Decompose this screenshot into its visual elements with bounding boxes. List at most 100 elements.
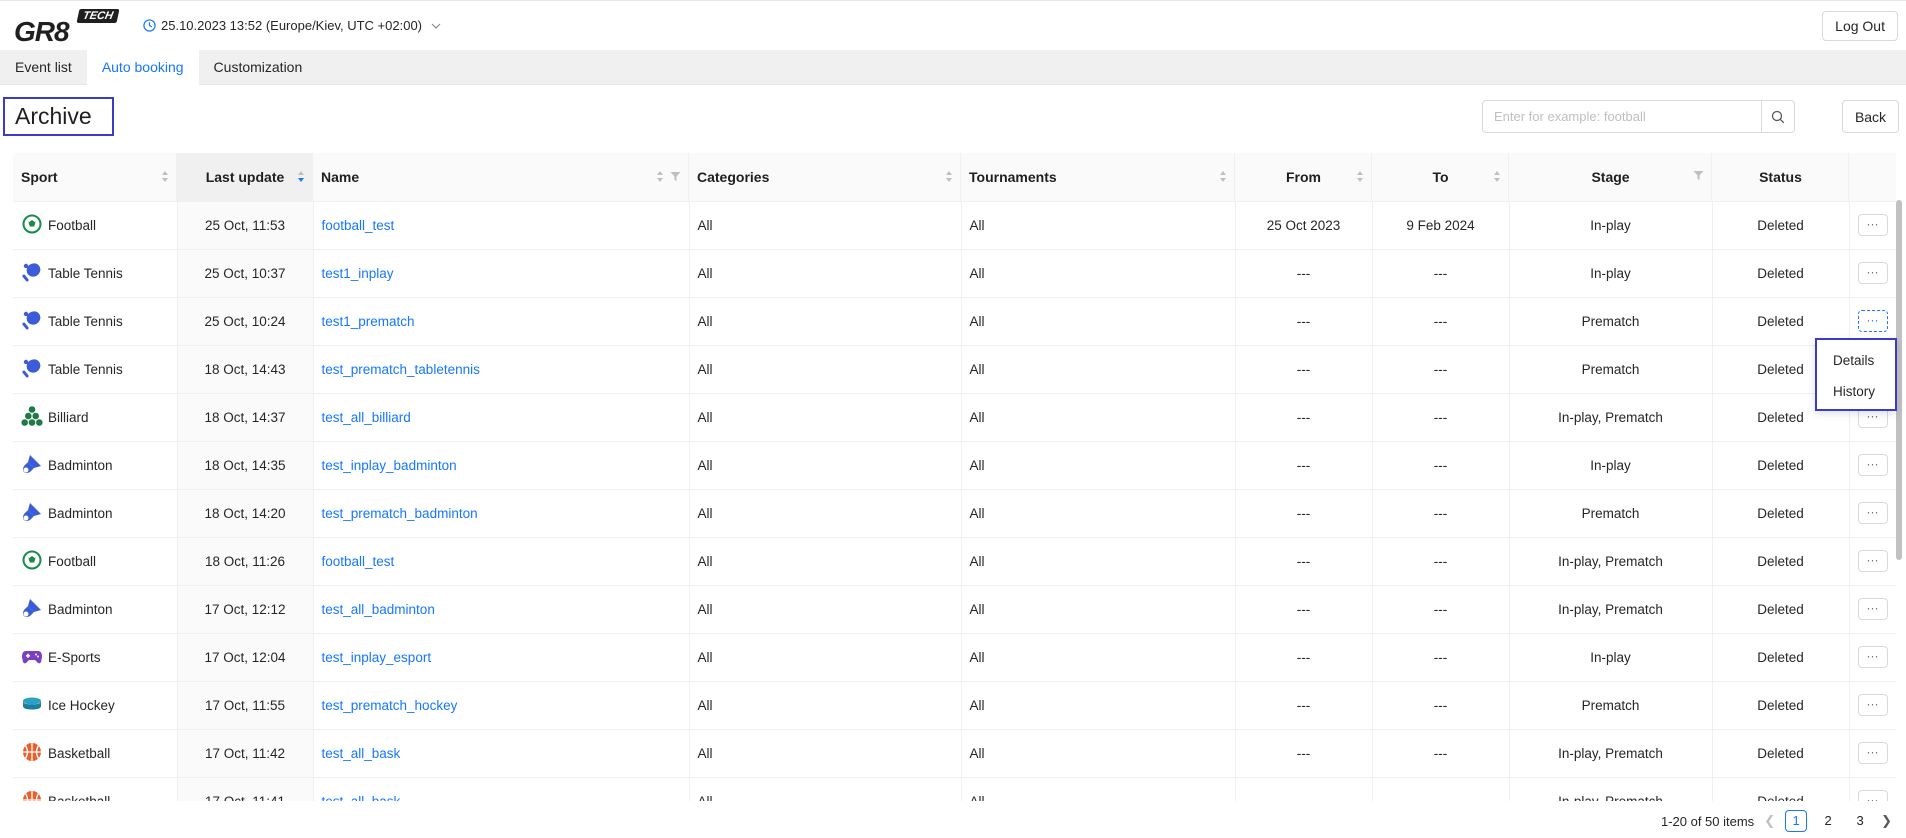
more-actions-button[interactable]: ··· [1857,262,1888,284]
more-actions-button[interactable]: ··· [1857,598,1888,620]
prev-page-icon[interactable]: ❮ [1764,813,1775,829]
sort-icon[interactable] [945,170,953,183]
chevron-down-icon [431,23,441,29]
cell-to: --- [1372,777,1510,801]
cell-tournaments: All [961,729,1236,778]
more-actions-button[interactable]: ··· [1857,454,1888,476]
sort-icon[interactable] [161,170,169,183]
more-actions-button[interactable]: ··· [1857,742,1888,764]
more-actions-button[interactable]: ··· [1857,502,1888,524]
sort-icon[interactable] [297,170,305,183]
column-label: Name [321,168,360,185]
cell-categories: All [689,249,962,298]
cell-from: --- [1235,297,1373,346]
booking-name-link[interactable]: test_prematch_tabletennis [322,362,480,377]
tab-event-list[interactable]: Event list [0,50,87,85]
sport-name: Basketball [48,745,111,761]
sort-icon[interactable] [1493,170,1501,183]
column-header-to[interactable]: To [1372,153,1509,202]
table-row[interactable]: Football 18 Oct, 11:26 football_test All All… [13,537,1896,586]
booking-name-link[interactable]: football_test [322,218,395,233]
column-header-tournaments[interactable]: Tournaments [961,153,1235,202]
cell-from: --- [1235,537,1373,586]
sort-icon[interactable] [656,170,664,183]
next-page-icon[interactable]: ❯ [1881,813,1892,829]
column-header-name[interactable]: Name [313,153,689,202]
search-button[interactable] [1761,101,1794,132]
booking-name-link[interactable]: test_all_bask [322,794,401,802]
more-actions-button[interactable]: ··· [1857,694,1888,716]
table-row[interactable]: Badminton 18 Oct, 14:35 test_inplay_badmin… [13,441,1896,490]
tab-customization[interactable]: Customization [199,50,318,85]
booking-name-link[interactable]: test_inplay_badminton [322,458,457,473]
filter-icon[interactable] [1693,170,1704,181]
cell-tournaments: All [961,537,1236,586]
table-row[interactable]: Table Tennis 18 Oct, 14:43 test_prematch_t… [13,345,1896,394]
cell-sport: Badminton [13,441,178,490]
column-header-sport[interactable]: Sport [13,153,177,202]
more-actions-button[interactable]: ··· [1857,310,1888,332]
cell-last-update: 18 Oct, 14:37 [177,393,314,442]
booking-name-link[interactable]: test1_prematch [322,314,415,329]
page-3[interactable]: 3 [1849,810,1871,832]
filter-icon[interactable] [670,171,681,182]
search-input[interactable] [1483,101,1761,132]
cell-from: --- [1235,345,1373,394]
sport-name: Table Tennis [48,313,123,329]
cell-categories: All [689,729,962,778]
table-row[interactable]: Basketball 17 Oct, 11:41 test_all_bask All A… [13,777,1896,801]
cell-from: --- [1235,393,1373,442]
cell-tournaments: All [961,777,1236,801]
column-header-categories[interactable]: Categories [689,153,961,202]
column-label: Stage [1591,168,1630,185]
cell-from: --- [1235,633,1373,682]
cell-actions: ··· [1849,777,1896,801]
booking-name-link[interactable]: test_all_badminton [322,602,435,617]
booking-name-link[interactable]: test_all_bask [322,746,401,761]
cell-categories: All [689,489,962,538]
tab-auto-booking[interactable]: Auto booking [86,50,199,85]
table-row[interactable]: Table Tennis 25 Oct, 10:37 test1_inplay All… [13,249,1896,298]
badminton-icon [21,453,43,478]
table-row[interactable]: Basketball 17 Oct, 11:42 test_all_bask All A… [13,729,1896,778]
cell-to: --- [1372,537,1510,586]
timezone-selector[interactable]: 25.10.2023 13:52 (Europe/Kiev, UTC +02:0… [143,18,442,33]
more-actions-button[interactable]: ··· [1857,550,1888,572]
booking-name-link[interactable]: test_prematch_hockey [322,698,458,713]
pagination: 1-20 of 50 items ❮ 1 2 3 ❯ [1661,810,1892,832]
column-label: Categories [697,168,770,185]
cell-last-update: 17 Oct, 11:42 [177,729,314,778]
booking-name-link[interactable]: test_all_billiard [322,410,411,425]
page-2[interactable]: 2 [1817,810,1839,832]
sort-icon[interactable] [1356,170,1364,183]
booking-name-link[interactable]: test_prematch_badminton [322,506,478,521]
cell-stage: In-play, Prematch [1509,393,1713,442]
back-button[interactable]: Back [1842,100,1899,133]
more-actions-button[interactable]: ··· [1857,646,1888,668]
table-row[interactable]: Badminton 17 Oct, 12:12 test_all_badminton… [13,585,1896,634]
table-row[interactable]: Billiard 18 Oct, 14:37 test_all_billiard Al… [13,393,1896,442]
table-row[interactable]: Football 25 Oct, 11:53 football_test All All… [13,201,1896,250]
table-row[interactable]: Badminton 18 Oct, 14:20 test_prematch_badm… [13,489,1896,538]
table-row[interactable]: E-Sports 17 Oct, 12:04 test_inplay_esport A… [13,633,1896,682]
booking-name-link[interactable]: test1_inplay [322,266,394,281]
logout-button[interactable]: Log Out [1822,11,1898,41]
table-tennis-icon [21,309,43,334]
table-row[interactable]: Ice Hockey 17 Oct, 11:55 test_prematch_hoc… [13,681,1896,730]
menu-item-details[interactable]: Details [1817,345,1895,376]
column-header-last-update[interactable]: Last update [177,153,313,202]
page-1[interactable]: 1 [1785,810,1808,832]
table-row[interactable]: Table Tennis 25 Oct, 10:24 test1_prematch A… [13,297,1896,346]
cell-tournaments: All [961,489,1236,538]
column-header-stage[interactable]: Stage [1509,153,1712,202]
cell-actions: ··· [1849,201,1896,250]
more-actions-button[interactable]: ··· [1857,214,1888,236]
booking-name-link[interactable]: football_test [322,554,395,569]
sort-icon[interactable] [1219,170,1227,183]
cell-sport: Table Tennis [13,297,178,346]
more-actions-button[interactable]: ··· [1857,790,1888,801]
column-header-from[interactable]: From [1235,153,1372,202]
menu-item-history[interactable]: History [1817,376,1895,407]
booking-name-link[interactable]: test_inplay_esport [322,650,432,665]
cell-last-update: 18 Oct, 14:43 [177,345,314,394]
